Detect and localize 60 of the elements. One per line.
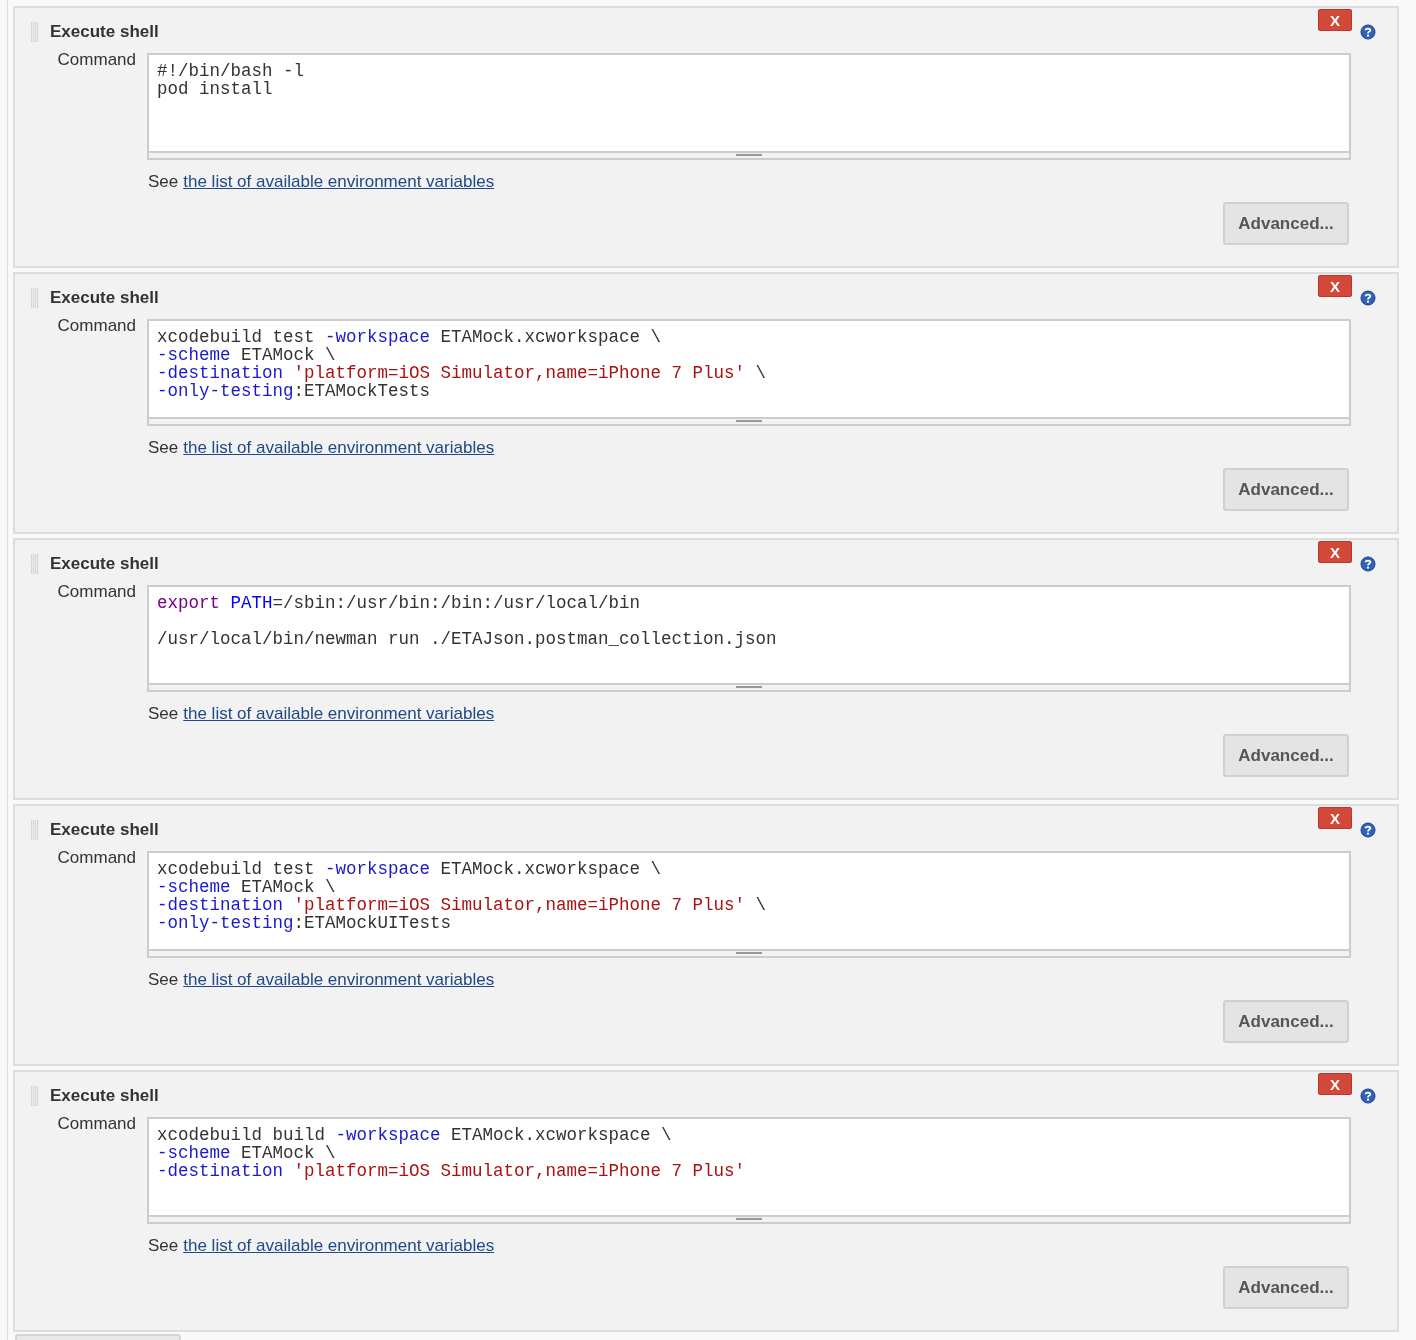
command-field[interactable]: #!/bin/bash -l pod install <box>147 53 1351 160</box>
advanced-button[interactable]: Advanced... <box>1223 1266 1349 1309</box>
step-title: Execute shell <box>50 820 159 840</box>
environment-variables-link[interactable]: the list of available environment variables <box>183 172 495 192</box>
command-field[interactable]: xcodebuild test -workspace ETAMock.xcworkspace \ -scheme ETAMock \ -destination 'platform=iOS Simulator,name=iPhone 7 Plus' \ -only-testing:ETAMockTests <box>147 319 1351 426</box>
environment-variables-link[interactable]: the list of available environment variables <box>183 438 495 458</box>
drag-handle-icon[interactable] <box>31 1086 39 1106</box>
command-label: Command <box>56 581 136 602</box>
command-label: Command <box>56 49 136 70</box>
code-line: -scheme ETAMock \ <box>157 346 336 364</box>
delete-button[interactable]: X <box>1318 1073 1352 1095</box>
hint-text: See <box>148 704 179 724</box>
command-field[interactable]: export PATH=/sbin:/usr/bin:/bin:/usr/local/bin /usr/local/bin/newman run ./ETAJson.postman_collection.json <box>147 585 1351 692</box>
command-field[interactable]: xcodebuild build -workspace ETAMock.xcworkspace \ -scheme ETAMock \ -destination 'platform=iOS Simulator,name=iPhone 7 Plus' <box>147 1117 1351 1224</box>
code-line: -destination 'platform=iOS Simulator,name=iPhone 7 Plus' <box>157 1162 747 1180</box>
help-icon[interactable] <box>1360 822 1376 838</box>
hint-text: See <box>148 1236 179 1256</box>
environment-variables-link[interactable]: the list of available environment variables <box>183 704 495 724</box>
advanced-button[interactable]: Advanced... <box>1223 1000 1349 1043</box>
delete-button[interactable]: X <box>1318 9 1352 31</box>
code-line: xcodebuild test -workspace ETAMock.xcworkspace \ <box>157 328 663 346</box>
environment-variables-link[interactable]: the list of available environment variables <box>183 970 495 990</box>
drag-handle-icon[interactable] <box>31 554 39 574</box>
step-title: Execute shell <box>50 288 159 308</box>
step-title: Execute shell <box>50 1086 159 1106</box>
hint-text: See <box>148 438 179 458</box>
code-line: #!/bin/bash -l <box>157 62 306 80</box>
advanced-button[interactable]: Advanced... <box>1223 468 1349 511</box>
code-line: xcodebuild test -workspace ETAMock.xcworkspace \ <box>157 860 663 878</box>
drag-handle-icon[interactable] <box>31 288 39 308</box>
code-line: -destination 'platform=iOS Simulator,name=iPhone 7 Plus' \ <box>157 364 768 382</box>
command-label: Command <box>56 315 136 336</box>
help-icon[interactable] <box>1360 1088 1376 1104</box>
code-line: pod install <box>157 80 274 98</box>
delete-button[interactable]: X <box>1318 275 1352 297</box>
code-line: /usr/local/bin/newman run ./ETAJson.postman_collection.json <box>157 630 778 648</box>
code-line: -destination 'platform=iOS Simulator,name=iPhone 7 Plus' \ <box>157 896 768 914</box>
command-field[interactable]: xcodebuild test -workspace ETAMock.xcworkspace \ -scheme ETAMock \ -destination 'platform=iOS Simulator,name=iPhone 7 Plus' \ -only-testing:ETAMockUITests <box>147 851 1351 958</box>
code-line: -only-testing:ETAMockUITests <box>157 914 453 932</box>
help-icon[interactable] <box>1360 24 1376 40</box>
help-icon[interactable] <box>1360 556 1376 572</box>
step-title: Execute shell <box>50 22 159 42</box>
code-line: export PATH=/sbin:/usr/bin:/bin:/usr/local/bin <box>157 594 642 612</box>
command-label: Command <box>56 1113 136 1134</box>
code-line: -only-testing:ETAMockTests <box>157 382 432 400</box>
code-line: -scheme ETAMock \ <box>157 1144 337 1162</box>
drag-handle-icon[interactable] <box>31 22 39 42</box>
help-icon[interactable] <box>1360 290 1376 306</box>
drag-handle-icon[interactable] <box>31 820 39 840</box>
environment-variables-link[interactable]: the list of available environment variables <box>183 1236 495 1256</box>
advanced-button[interactable]: Advanced... <box>1223 734 1349 777</box>
hint-text: See <box>148 172 179 192</box>
command-label: Command <box>56 847 136 868</box>
delete-button[interactable]: X <box>1318 807 1352 829</box>
delete-button[interactable]: X <box>1318 541 1352 563</box>
step-title: Execute shell <box>50 554 159 574</box>
advanced-button[interactable]: Advanced... <box>1223 202 1349 245</box>
code-line: xcodebuild build -workspace ETAMock.xcworkspace \ <box>157 1126 673 1144</box>
code-line: -scheme ETAMock \ <box>157 878 336 896</box>
hint-text: See <box>148 970 179 990</box>
